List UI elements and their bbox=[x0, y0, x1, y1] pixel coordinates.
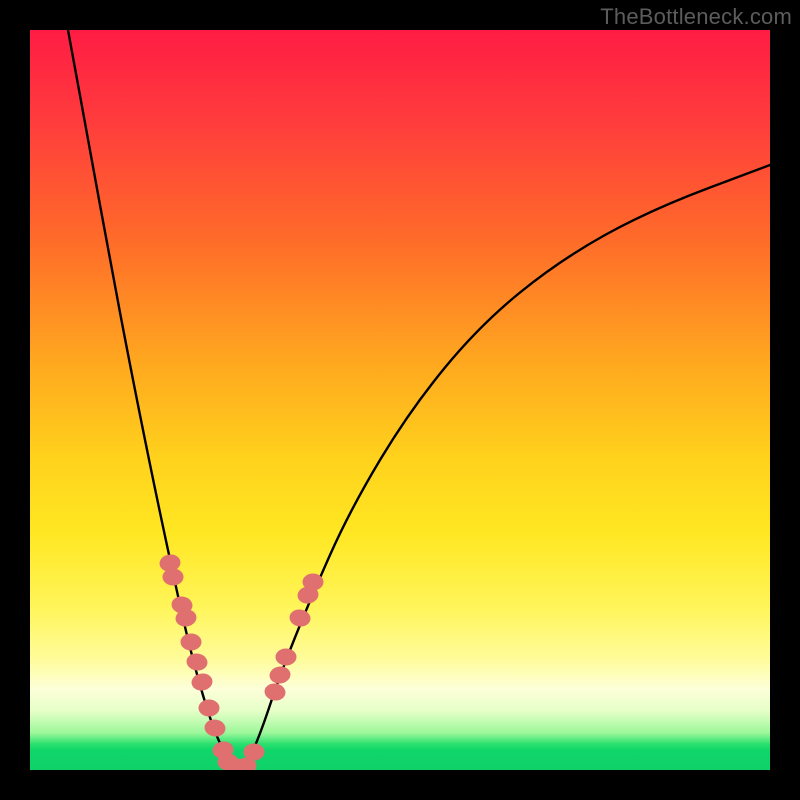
curve-left-branch bbox=[68, 30, 235, 768]
marker-point bbox=[268, 665, 291, 685]
plot-area bbox=[30, 30, 770, 770]
watermark-text: TheBottleneck.com bbox=[600, 4, 792, 30]
marker-point bbox=[263, 682, 286, 702]
markers-group bbox=[158, 553, 323, 770]
marker-point bbox=[203, 718, 226, 738]
marker-point bbox=[276, 649, 297, 666]
marker-point bbox=[288, 608, 311, 628]
marker-point bbox=[185, 652, 208, 672]
marker-point bbox=[303, 574, 324, 591]
curves-group bbox=[68, 30, 770, 768]
curve-right-branch bbox=[245, 165, 770, 768]
marker-point bbox=[199, 700, 220, 717]
outer-frame: TheBottleneck.com bbox=[0, 0, 800, 800]
curve-layer bbox=[30, 30, 770, 770]
marker-point bbox=[244, 744, 265, 761]
marker-point bbox=[190, 672, 213, 692]
marker-point bbox=[181, 634, 202, 651]
marker-point bbox=[163, 569, 184, 586]
